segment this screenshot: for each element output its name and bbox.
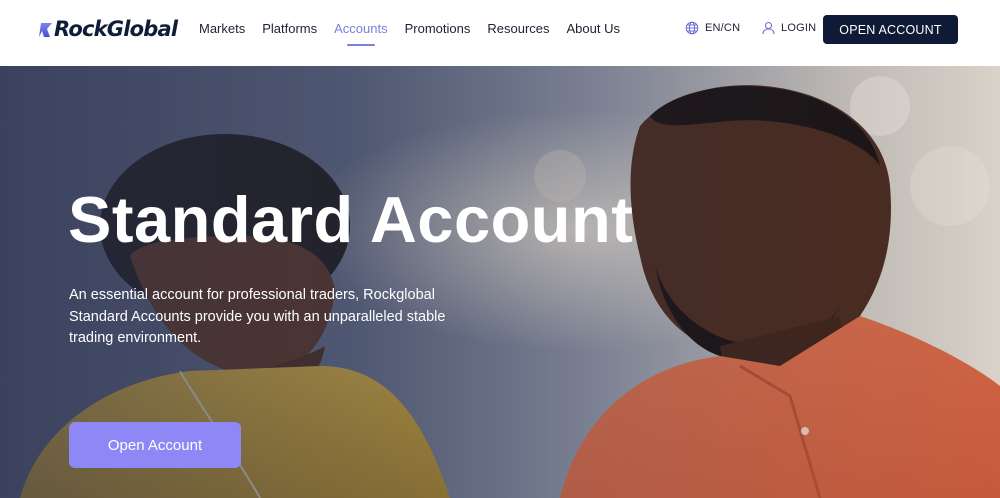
site-header: RockGlobal Markets Platforms Accounts Pr… [0,0,1000,66]
rock-logo-icon [39,23,52,37]
open-account-hero-button[interactable]: Open Account [69,422,241,468]
hero-banner: Standard Account An essential account fo… [0,66,1000,498]
nav-about-us[interactable]: About Us [567,20,620,38]
nav-promotions[interactable]: Promotions [405,20,471,38]
nav-accounts[interactable]: Accounts [334,20,388,46]
nav-platforms[interactable]: Platforms [262,20,317,38]
user-icon [762,21,775,35]
hero-title: Standard Account [68,183,634,256]
login-link[interactable]: LOGIN [762,21,816,35]
nav-resources[interactable]: Resources [487,20,549,38]
brand-name: RockGlobal [54,17,178,41]
globe-icon [685,21,699,35]
open-account-header-button[interactable]: OPEN ACCOUNT [823,15,958,44]
login-label: LOGIN [781,22,817,34]
hero-description: An essential account for professional tr… [69,287,446,346]
nav-markets[interactable]: Markets [199,20,245,38]
brand-logo[interactable]: RockGlobal [38,15,178,43]
main-nav: Markets Platforms Accounts Promotions Re… [199,20,637,46]
language-label: EN/CN [705,22,741,34]
language-switcher[interactable]: EN/CN [685,21,740,35]
